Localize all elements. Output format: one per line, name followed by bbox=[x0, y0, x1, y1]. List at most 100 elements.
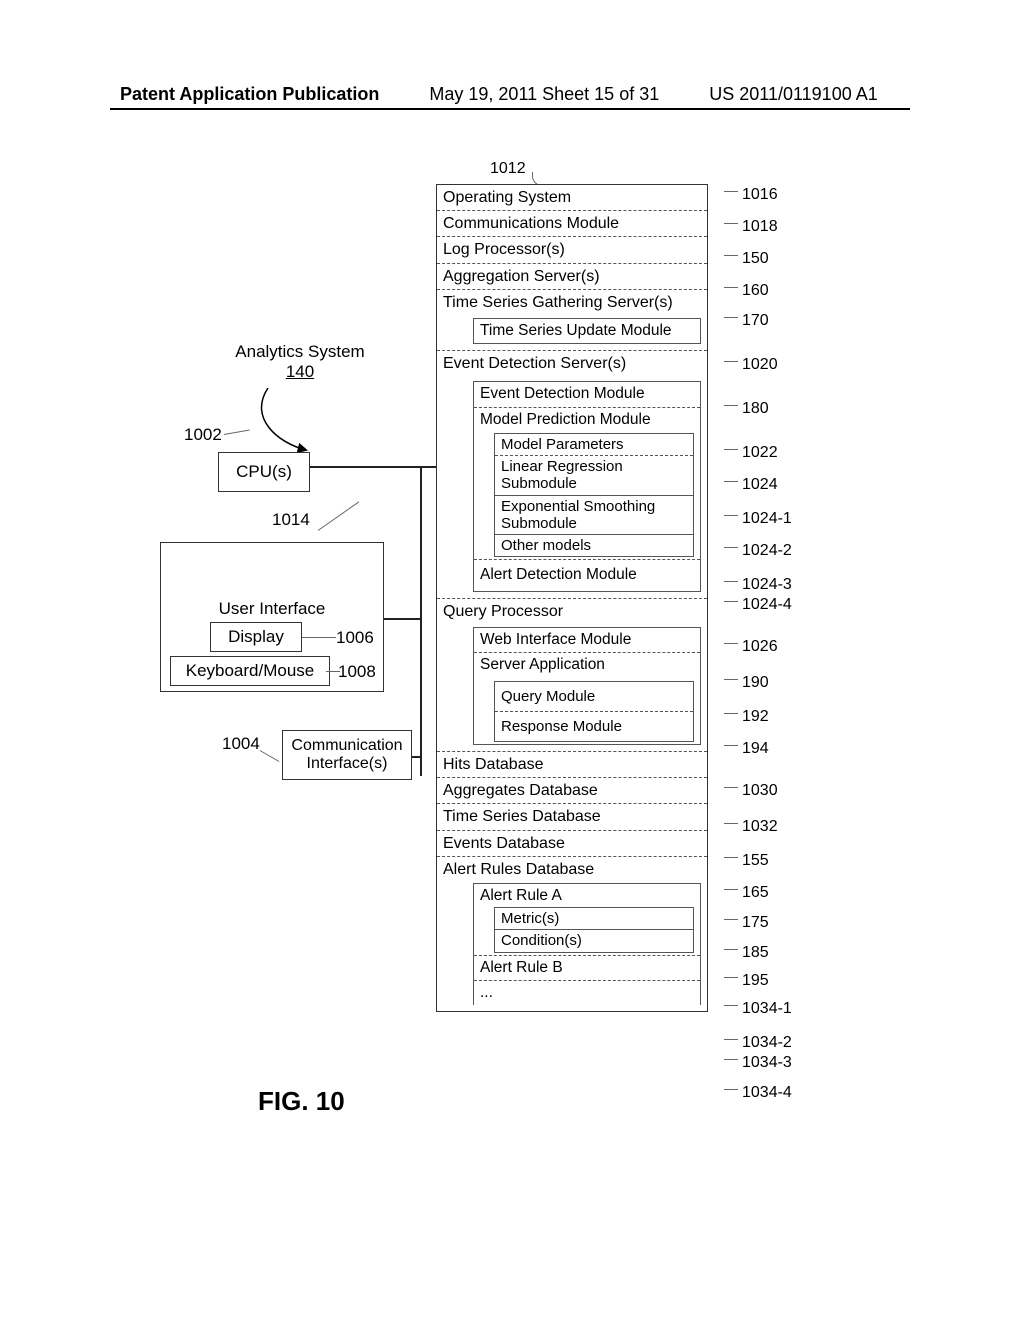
mem-web-interface-module: Web Interface Module bbox=[474, 628, 700, 653]
mem-alert-detection-module: Alert Detection Module bbox=[474, 560, 700, 590]
keyboard-mouse-label: Keyboard/Mouse bbox=[186, 661, 315, 681]
ref-155: 155 bbox=[724, 852, 769, 870]
bus-comm-leg bbox=[412, 756, 422, 758]
ref-175: 175 bbox=[724, 914, 769, 932]
mem-eds-nest: Event Detection Module Model Prediction … bbox=[473, 381, 701, 591]
ref-1008: 1008 bbox=[338, 662, 376, 682]
mem-event-detection-servers: Event Detection Server(s) Event Detectio… bbox=[437, 351, 707, 599]
ref-1024-2: 1024-2 bbox=[724, 542, 792, 560]
mem-query-processor: Query Processor Web Interface Module Ser… bbox=[437, 599, 707, 752]
tick-1006 bbox=[302, 637, 336, 638]
mem-qp-nest: Web Interface Module Server Application … bbox=[473, 627, 701, 745]
ref-1030: 1030 bbox=[724, 782, 778, 800]
header-left: Patent Application Publication bbox=[120, 84, 379, 104]
ref-1034-2: 1034-2 bbox=[724, 1034, 792, 1052]
ref-1024-4: 1024-4 bbox=[724, 596, 792, 614]
mem-model-prediction-module: Model Prediction Module Model Parameters… bbox=[474, 408, 700, 561]
mem-ts-gathering-servers: Time Series Gathering Server(s) Time Ser… bbox=[437, 290, 707, 351]
ref-192: 192 bbox=[724, 708, 769, 726]
mem-os: Operating System bbox=[437, 185, 707, 211]
ref-195: 195 bbox=[724, 972, 769, 990]
bus-cpu-leg bbox=[310, 466, 422, 468]
mem-ts-update-nest: Time Series Update Module bbox=[473, 318, 701, 344]
keyboard-mouse-box: Keyboard/Mouse bbox=[170, 656, 330, 686]
header-rule bbox=[110, 108, 910, 110]
ref-1006: 1006 bbox=[336, 628, 374, 648]
ref-1020: 1020 bbox=[724, 356, 778, 374]
mem-sapp-nest: Query Module Response Module bbox=[494, 681, 694, 743]
mem-sapp-label: Server Application bbox=[480, 656, 694, 674]
figure-label: FIG. 10 bbox=[258, 1086, 345, 1117]
ref-170: 170 bbox=[724, 312, 769, 330]
mem-time-series-database: Time Series Database bbox=[437, 804, 707, 830]
mem-mpm-label: Model Prediction Module bbox=[480, 411, 694, 429]
tick-1002 bbox=[224, 429, 250, 434]
ref-1034-1: 1034-1 bbox=[724, 1000, 792, 1018]
tick-1008 bbox=[326, 671, 340, 672]
mem-query-module: Query Module bbox=[495, 682, 693, 712]
communication-interfaces-box: Communication Interface(s) bbox=[282, 730, 412, 780]
title-to-cpu-arrow bbox=[248, 388, 338, 458]
ref-1032: 1032 bbox=[724, 818, 778, 836]
display-box: Display bbox=[210, 622, 302, 652]
mem-ardb-nest: Alert Rule A Metric(s) Condition(s) Aler… bbox=[473, 883, 701, 1005]
mem-event-detection-module: Event Detection Module bbox=[474, 382, 700, 407]
ref-1002: 1002 bbox=[184, 425, 222, 445]
mem-ardb-label: Alert Rules Database bbox=[443, 860, 701, 879]
mem-ellipsis: ... bbox=[474, 981, 700, 1005]
ref-165: 165 bbox=[724, 884, 769, 902]
analytics-system-title: Analytics System 140 bbox=[210, 342, 390, 382]
ref-1024: 1024 bbox=[724, 476, 778, 494]
ref-180: 180 bbox=[724, 400, 769, 418]
ref-190: 190 bbox=[724, 674, 769, 692]
bus-vertical bbox=[420, 466, 422, 776]
tick-1014 bbox=[318, 501, 360, 530]
ref-1004: 1004 bbox=[222, 734, 260, 754]
mem-qp-label: Query Processor bbox=[443, 602, 701, 621]
ref-194: 194 bbox=[724, 740, 769, 758]
mem-eds-label: Event Detection Server(s) bbox=[443, 354, 701, 373]
analytics-system-name: Analytics System bbox=[210, 342, 390, 362]
mem-mpm-nest: Model Parameters Linear Regression Submo… bbox=[494, 433, 694, 558]
mem-exponential-smoothing-submodule: Exponential Smoothing Submodule bbox=[495, 496, 693, 536]
mem-ruleA-nest: Metric(s) Condition(s) bbox=[494, 907, 694, 953]
mem-linear-regression-submodule: Linear Regression Submodule bbox=[495, 456, 693, 496]
ref-1012: 1012 bbox=[490, 160, 526, 178]
user-interface-label: User Interface bbox=[161, 599, 383, 619]
ref-1018: 1018 bbox=[724, 218, 778, 236]
ref-1024-1: 1024-1 bbox=[724, 510, 792, 528]
communication-interfaces-label: Communication Interface(s) bbox=[283, 737, 411, 774]
mem-ts-update-module: Time Series Update Module bbox=[474, 319, 700, 343]
mem-comm-module: Communications Module bbox=[437, 211, 707, 237]
mem-log-processors: Log Processor(s) bbox=[437, 237, 707, 263]
ref-1014: 1014 bbox=[272, 510, 310, 530]
mem-aggregation-servers: Aggregation Server(s) bbox=[437, 264, 707, 290]
mem-response-module: Response Module bbox=[495, 712, 693, 741]
ref-1016: 1016 bbox=[724, 186, 778, 204]
mem-hits-database: Hits Database bbox=[437, 752, 707, 778]
ref-150: 150 bbox=[724, 250, 769, 268]
mem-ruleA-label: Alert Rule A bbox=[480, 887, 694, 905]
mem-alert-rule-a: Alert Rule A Metric(s) Condition(s) bbox=[474, 884, 700, 956]
ref-1034-3: 1034-3 bbox=[724, 1054, 792, 1072]
tick-1004 bbox=[260, 750, 280, 762]
ref-1022: 1022 bbox=[724, 444, 778, 462]
header-center: May 19, 2011 Sheet 15 of 31 bbox=[429, 84, 659, 104]
ref-1024-3: 1024-3 bbox=[724, 576, 792, 594]
mem-other-models: Other models bbox=[495, 535, 693, 556]
display-label: Display bbox=[228, 627, 284, 647]
ref-160: 160 bbox=[724, 282, 769, 300]
ref-1034-4: 1034-4 bbox=[724, 1084, 792, 1102]
memory-box: Operating System Communications Module L… bbox=[436, 184, 708, 1012]
mem-metrics: Metric(s) bbox=[495, 908, 693, 930]
mem-conditions: Condition(s) bbox=[495, 930, 693, 951]
page-header: Patent Application Publication May 19, 2… bbox=[0, 84, 1024, 105]
mem-ts-gathering-label: Time Series Gathering Server(s) bbox=[443, 293, 701, 312]
mem-alert-rule-b: Alert Rule B bbox=[474, 956, 700, 981]
mem-model-parameters: Model Parameters bbox=[495, 434, 693, 456]
mem-server-application: Server Application Query Module Response… bbox=[474, 653, 700, 744]
cpu-box: CPU(s) bbox=[218, 452, 310, 492]
ref-1026: 1026 bbox=[724, 638, 778, 656]
bus-ui-leg bbox=[384, 618, 422, 620]
header-right: US 2011/0119100 A1 bbox=[709, 84, 877, 104]
